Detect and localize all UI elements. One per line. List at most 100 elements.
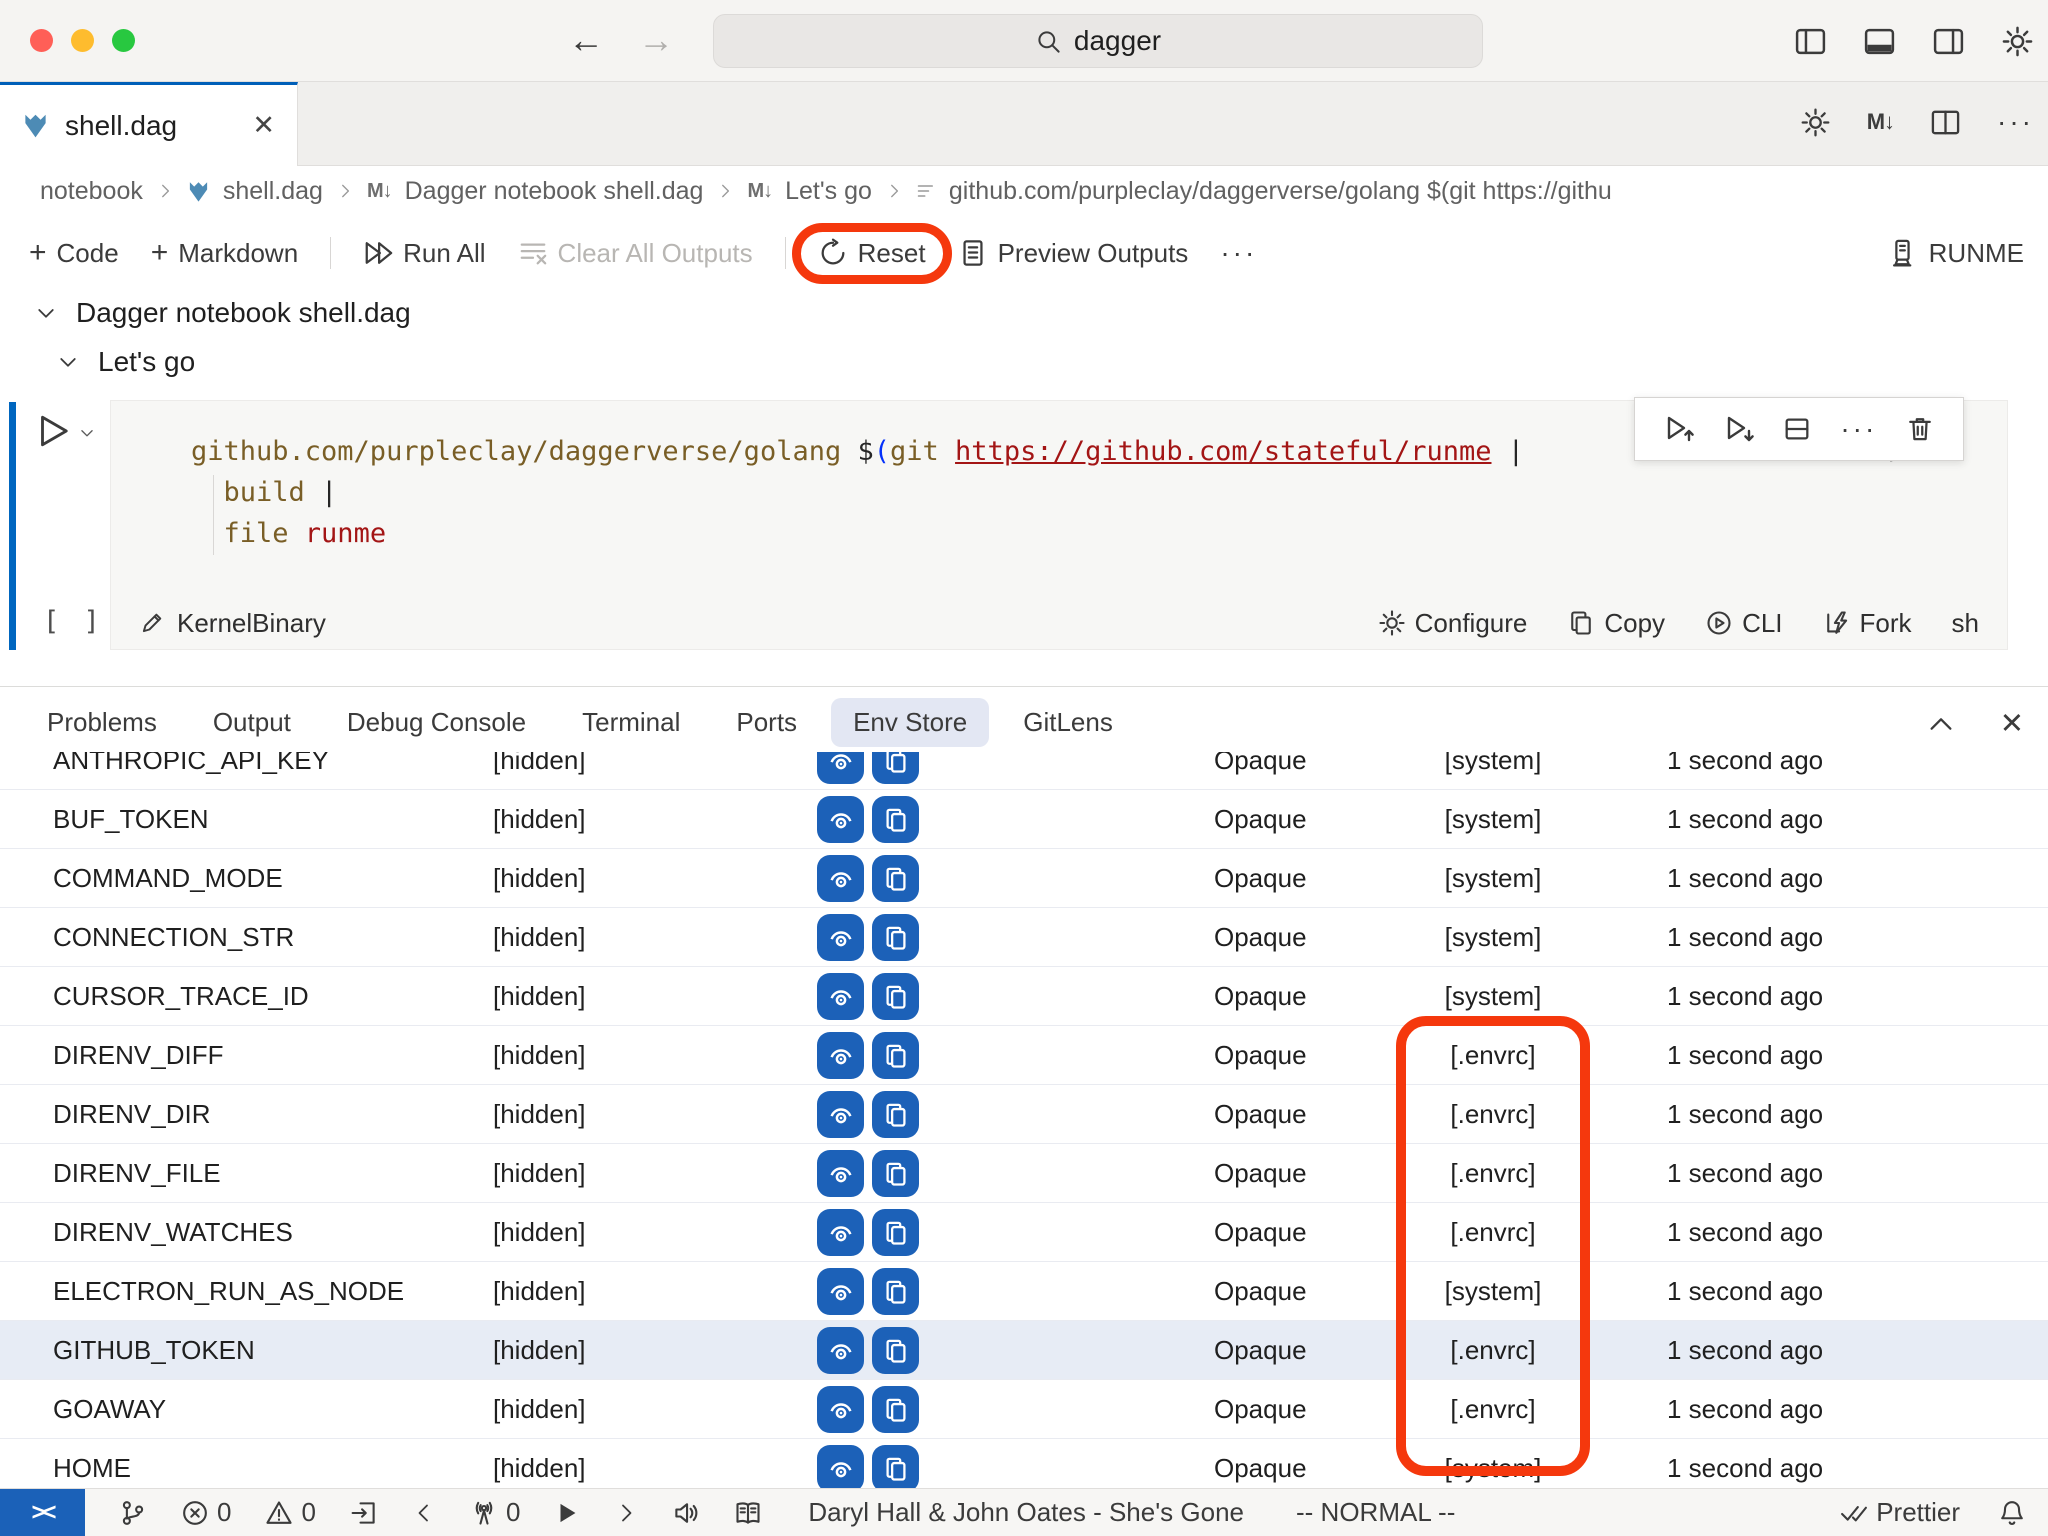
reveal-secret-button[interactable] [817, 914, 864, 961]
runme-button[interactable]: RUNME [1887, 238, 2024, 269]
breadcrumb-notebook[interactable]: notebook [40, 177, 143, 206]
env-table-row[interactable]: BUF_TOKEN [hidden] Opaque [system] 1 sec… [0, 790, 2048, 849]
markdown-preview-icon[interactable]: M↓ [1867, 109, 1894, 135]
bell-icon[interactable] [1998, 1499, 2026, 1527]
run-cell-icon[interactable] [33, 412, 71, 450]
copy-secret-button[interactable] [872, 1091, 919, 1138]
audio-item[interactable] [672, 1499, 700, 1527]
reveal-secret-button[interactable] [817, 973, 864, 1020]
reveal-secret-button[interactable] [817, 855, 864, 902]
copy-secret-button[interactable] [872, 1268, 919, 1315]
navigate-back-item[interactable] [412, 1501, 436, 1525]
copy-secret-button[interactable] [872, 1386, 919, 1433]
reveal-secret-button[interactable] [817, 1209, 864, 1256]
env-table-row[interactable]: CONNECTION_STR [hidden] Opaque [system] … [0, 908, 2048, 967]
focus-terminal-item[interactable] [350, 1499, 378, 1527]
toolbar-more-actions-icon[interactable]: ··· [1220, 237, 1257, 269]
maximize-window-button[interactable] [112, 29, 135, 52]
chevron-down-icon[interactable] [56, 350, 80, 374]
now-playing-label[interactable]: Daryl Hall & John Oates - She's Gone [808, 1497, 1244, 1528]
env-table-row[interactable]: GOAWAY [hidden] Opaque [.envrc] 1 second… [0, 1380, 2048, 1439]
fork-button[interactable]: Fork [1823, 608, 1912, 639]
breadcrumb-section[interactable]: Let's go [785, 177, 872, 206]
env-table-row[interactable]: DIRENV_WATCHES [hidden] Opaque [.envrc] … [0, 1203, 2048, 1262]
panel-tab-debug-console[interactable]: Debug Console [347, 698, 526, 747]
env-table-row[interactable]: DIRENV_FILE [hidden] Opaque [.envrc] 1 s… [0, 1144, 2048, 1203]
cell-editor[interactable]: github.com/purpleclay/daggerverse/golang… [110, 400, 2008, 650]
panel-tab-problems[interactable]: Problems [47, 698, 157, 747]
command-center-search[interactable]: dagger [713, 14, 1483, 68]
env-table-row[interactable]: CURSOR_TRACE_ID [hidden] Opaque [system]… [0, 967, 2048, 1026]
copy-secret-button[interactable] [872, 1209, 919, 1256]
source-control-graph-item[interactable] [119, 1499, 147, 1527]
copy-secret-button[interactable] [872, 1327, 919, 1374]
env-table-row[interactable]: DIRENV_DIR [hidden] Opaque [.envrc] 1 se… [0, 1085, 2048, 1144]
broadcast-item[interactable]: 0 [470, 1497, 520, 1528]
reading-mode-item[interactable] [734, 1499, 762, 1527]
env-table-row[interactable]: GITHUB_TOKEN [hidden] Opaque [.envrc] 1 … [0, 1321, 2048, 1380]
env-table-row[interactable]: COMMAND_MODE [hidden] Opaque [system] 1 … [0, 849, 2048, 908]
execute-cell-and-below-icon[interactable] [1723, 413, 1755, 445]
reveal-secret-button[interactable] [817, 1150, 864, 1197]
editor-more-actions-icon[interactable]: ··· [1997, 106, 2034, 138]
split-cell-icon[interactable] [1782, 414, 1812, 444]
delete-cell-icon[interactable] [1905, 414, 1935, 444]
kernel-selector[interactable]: KernelBinary [177, 608, 326, 639]
copy-secret-button[interactable] [872, 1032, 919, 1079]
split-editor-icon[interactable] [1930, 107, 1961, 138]
code-link[interactable]: https://github.com/stateful/runme [955, 436, 1491, 467]
back-icon[interactable]: ← [568, 18, 604, 62]
copy-secret-button[interactable] [872, 1150, 919, 1197]
toggle-sidebar-left-icon[interactable] [1794, 25, 1827, 58]
copy-secret-button[interactable] [872, 973, 919, 1020]
navigate-forward-item[interactable] [614, 1501, 638, 1525]
panel-tab-terminal[interactable]: Terminal [582, 698, 680, 747]
reveal-secret-button[interactable] [817, 1268, 864, 1315]
copy-secret-button[interactable] [872, 796, 919, 843]
preview-outputs-button[interactable]: Preview Outputs [958, 238, 1189, 269]
env-table-row[interactable]: DIRENV_DIFF [hidden] Opaque [.envrc] 1 s… [0, 1026, 2048, 1085]
reveal-secret-button[interactable] [817, 752, 864, 784]
copy-secret-button[interactable] [872, 914, 919, 961]
close-panel-icon[interactable]: ✕ [2000, 706, 2024, 741]
close-window-button[interactable] [30, 29, 53, 52]
reveal-secret-button[interactable] [817, 1386, 864, 1433]
toggle-sidebar-right-icon[interactable] [1932, 25, 1965, 58]
cell-more-actions-icon[interactable]: ··· [1840, 413, 1877, 445]
breadcrumb-notebook-title[interactable]: Dagger notebook shell.dag [405, 177, 704, 206]
run-all-button[interactable]: Run All [363, 238, 485, 269]
minimize-window-button[interactable] [71, 29, 94, 52]
reveal-secret-button[interactable] [817, 796, 864, 843]
cli-button[interactable]: CLI [1705, 608, 1782, 639]
add-code-cell-button[interactable]: + Code [29, 236, 119, 270]
cell-language-label[interactable]: sh [1952, 608, 1979, 639]
breadcrumb-cell[interactable]: github.com/purpleclay/daggerverse/golang… [949, 177, 1612, 206]
copy-secret-button[interactable] [872, 752, 919, 784]
panel-tab-ports[interactable]: Ports [736, 698, 797, 747]
toggle-panel-icon[interactable] [1863, 25, 1896, 58]
run-options-chevron-icon[interactable] [78, 424, 96, 442]
reveal-secret-button[interactable] [817, 1445, 864, 1492]
reveal-secret-button[interactable] [817, 1327, 864, 1374]
tab-close-icon[interactable]: ✕ [252, 110, 275, 141]
panel-tab-env-store[interactable]: Env Store [831, 698, 989, 747]
copy-cell-button[interactable]: Copy [1567, 608, 1665, 639]
tab-shell-dag[interactable]: shell.dag ✕ [0, 82, 298, 166]
reveal-secret-button[interactable] [817, 1091, 864, 1138]
execute-above-cells-icon[interactable] [1663, 413, 1695, 445]
maximize-panel-chevron-icon[interactable] [1926, 709, 1956, 739]
clear-all-outputs-button[interactable]: Clear All Outputs [518, 238, 753, 269]
copy-secret-button[interactable] [872, 1445, 919, 1492]
chevron-down-icon[interactable] [34, 301, 58, 325]
add-markdown-cell-button[interactable]: + Markdown [151, 236, 298, 270]
panel-tab-output[interactable]: Output [213, 698, 291, 747]
problems-warnings-item[interactable]: 0 [265, 1497, 315, 1528]
notebook-settings-gear-icon[interactable] [1800, 107, 1831, 138]
settings-gear-icon[interactable] [2001, 25, 2034, 58]
forward-icon[interactable]: → [638, 18, 674, 62]
breadcrumb-file[interactable]: shell.dag [223, 177, 323, 206]
env-table-row[interactable]: ELECTRON_RUN_AS_NODE [hidden] Opaque [sy… [0, 1262, 2048, 1321]
env-table-row[interactable]: HOME [hidden] Opaque [system] 1 second a… [0, 1439, 2048, 1495]
panel-tab-gitlens[interactable]: GitLens [1023, 698, 1113, 747]
reveal-secret-button[interactable] [817, 1032, 864, 1079]
